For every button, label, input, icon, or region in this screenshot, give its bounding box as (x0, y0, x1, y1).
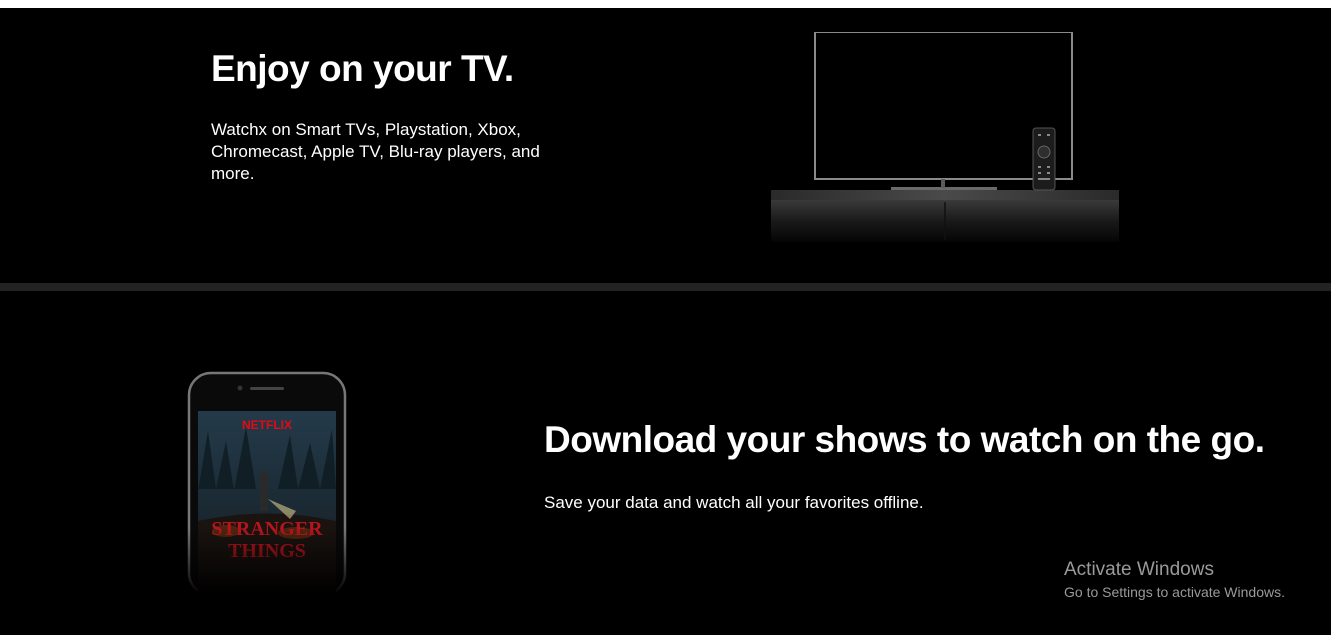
download-section-title: Download your shows to watch on the go. (544, 419, 1265, 460)
tv-section-description: Watchx on Smart TVs, Playstation, Xbox, … (211, 120, 540, 183)
download-section-description: Save your data and watch all your favori… (544, 493, 924, 512)
remote-control (1032, 127, 1056, 191)
section-divider (0, 283, 1331, 291)
top-strip (0, 0, 1331, 8)
tv-illustration-icon (771, 32, 1119, 242)
activate-windows-watermark: Activate Windows Go to Settings to activ… (1064, 558, 1285, 602)
tv-section: Enjoy on your TV. Watchx on Smart TVs, P… (0, 8, 1331, 283)
phone-illustration-icon: NETFLIX STRANGER THINGS (186, 371, 348, 595)
tv-section-title: Enjoy on your TV. (211, 48, 514, 89)
page: Enjoy on your TV. Watchx on Smart TVs, P… (0, 0, 1331, 635)
watermark-title: Activate Windows (1064, 559, 1214, 580)
tv-stand (771, 190, 1119, 200)
watermark-subtitle: Go to Settings to activate Windows. (1064, 584, 1285, 600)
